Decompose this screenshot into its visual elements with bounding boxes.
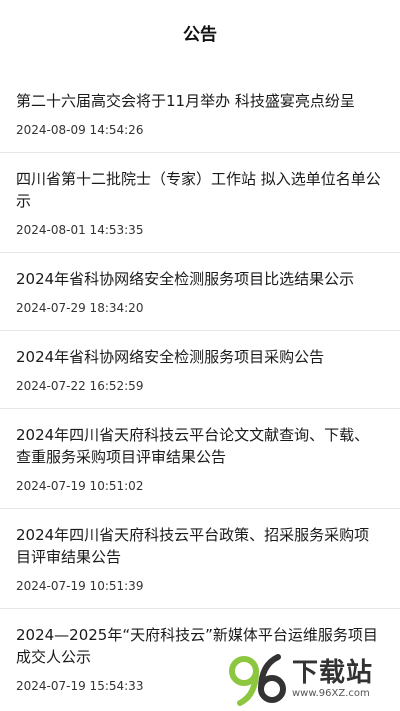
list-item[interactable]: 2024年省科协网络安全检测服务项目采购公告 2024-07-22 16:52:… [0,331,400,409]
watermark: 下载站 www.96XZ.com [226,651,394,707]
list-item[interactable]: 2024年省科协网络安全检测服务项目比选结果公示 2024-07-29 18:3… [0,253,400,331]
notice-date: 2024-07-19 10:51:02 [16,479,144,493]
watermark-name: 下载站 [292,658,374,688]
notice-date: 2024-08-01 14:53:35 [16,223,144,237]
notice-title: 2024年省科协网络安全检测服务项目比选结果公示 [16,270,355,288]
notice-title: 第二十六届高交会将于11月举办 科技盛宴亮点纷呈 [16,92,355,110]
notice-date: 2024-07-19 10:51:39 [16,579,144,593]
notice-title: 2024年四川省天府科技云平台政策、招采服务采购项目评审结果公告 [16,526,370,566]
list-item[interactable]: 四川省第十二批院士（专家）工作站 拟入选单位名单公示 2024-08-01 14… [0,153,400,253]
notice-date: 2024-07-22 16:52:59 [16,379,144,393]
list-item[interactable]: 第二十六届高交会将于11月举办 科技盛宴亮点纷呈 2024-08-09 14:5… [0,75,400,153]
page-title: 公告 [183,24,217,45]
notice-date: 2024-07-29 18:34:20 [16,301,144,315]
list-item[interactable]: 2024年四川省天府科技云平台政策、招采服务采购项目评审结果公告 2024-07… [0,509,400,609]
notice-date: 2024-08-09 14:54:26 [16,123,144,137]
watermark-url: www.96XZ.com [292,688,370,699]
notice-title: 四川省第十二批院士（专家）工作站 拟入选单位名单公示 [16,170,381,210]
top-bar: 公告 [0,0,400,64]
notice-title: 2024年四川省天府科技云平台论文文献查询、下载、查重服务采购项目评审结果公告 [16,426,370,466]
list-item[interactable]: 2024年四川省天府科技云平台论文文献查询、下载、查重服务采购项目评审结果公告 … [0,409,400,509]
notice-list: 第二十六届高交会将于11月举办 科技盛宴亮点纷呈 2024-08-09 14:5… [0,75,400,708]
notice-title: 2024年省科协网络安全检测服务项目采购公告 [16,348,325,366]
96-logo-icon [229,654,286,706]
